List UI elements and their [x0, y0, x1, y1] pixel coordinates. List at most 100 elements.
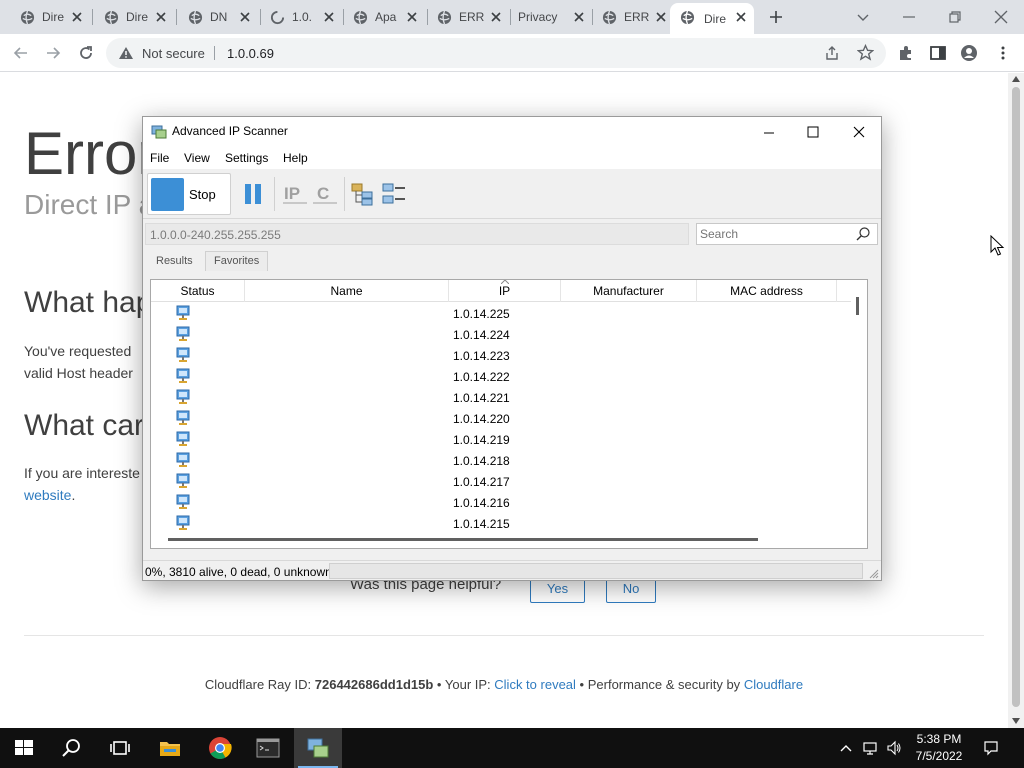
page-scroll-thumb[interactable] — [1012, 87, 1020, 707]
browser-tab[interactable]: Dire — [104, 0, 168, 34]
browser-tab[interactable]: DN — [188, 0, 252, 34]
taskbar-chrome[interactable] — [196, 728, 244, 768]
alive-computer-icon — [176, 389, 190, 404]
ip-scanner-minimize-icon[interactable] — [755, 121, 783, 143]
tab-close-icon[interactable] — [734, 10, 748, 24]
table-row[interactable]: 1.0.14.215 — [151, 513, 851, 534]
tab-results[interactable]: Results — [147, 251, 202, 271]
ip-cell: 1.0.14.221 — [453, 391, 510, 405]
menu-help[interactable]: Help — [283, 151, 308, 165]
tab-close-icon[interactable] — [489, 10, 503, 24]
tab-close-icon[interactable] — [572, 10, 586, 24]
menu-settings[interactable]: Settings — [225, 151, 268, 165]
browser-tab[interactable]: ERR — [602, 0, 668, 34]
page-scrollbar[interactable] — [1008, 73, 1024, 728]
scroll-up-icon[interactable] — [1012, 76, 1020, 82]
scroll-down-icon[interactable] — [1012, 718, 1020, 724]
search-icon[interactable] — [855, 226, 871, 242]
browser-tab[interactable]: Dire — [20, 0, 84, 34]
ip-cell: 1.0.14.219 — [453, 433, 510, 447]
volume-icon[interactable] — [886, 740, 902, 756]
column-mac-address[interactable]: MAC address — [697, 280, 837, 302]
back-icon[interactable] — [12, 44, 30, 62]
taskbar-terminal[interactable] — [244, 728, 292, 768]
table-row[interactable]: 1.0.14.217 — [151, 471, 851, 492]
footer-separator: • — [579, 677, 585, 692]
tab-favorites[interactable]: Favorites — [205, 251, 269, 271]
browser-tab[interactable]: Privacy — [518, 0, 586, 34]
minimize-icon[interactable] — [898, 6, 920, 28]
ip-scanner-maximize-icon[interactable] — [799, 121, 827, 143]
windows-taskbar: 5:38 PM 7/5/2022 — [0, 728, 1024, 768]
reload-icon[interactable] — [77, 44, 95, 62]
taskbar-ip-scanner[interactable] — [294, 728, 342, 768]
table-row[interactable]: 1.0.14.218 — [151, 450, 851, 471]
tab-search-icon[interactable] — [852, 6, 874, 28]
profile-avatar-icon[interactable] — [960, 44, 978, 62]
tab-close-icon[interactable] — [154, 10, 168, 24]
taskbar-file-explorer[interactable] — [146, 728, 194, 768]
taskbar-search-button[interactable] — [48, 728, 96, 768]
address-bar[interactable]: Not secure 1.0.0.69 — [106, 38, 886, 68]
close-icon[interactable] — [990, 6, 1012, 28]
tab-close-icon[interactable] — [654, 10, 668, 24]
browser-tab[interactable]: ERR — [437, 0, 503, 34]
tab-close-icon[interactable] — [238, 10, 252, 24]
extensions-icon[interactable] — [897, 44, 915, 62]
tray-overflow-icon[interactable] — [838, 740, 854, 756]
browser-tab[interactable]: Apa — [353, 0, 419, 34]
website-link[interactable]: website — [24, 487, 71, 503]
menu-file[interactable]: File — [150, 151, 169, 165]
ip-scanner-titlebar[interactable]: Advanced IP Scanner — [143, 117, 881, 147]
table-row[interactable]: 1.0.14.216 — [151, 492, 851, 513]
bookmark-star-icon[interactable] — [857, 44, 874, 61]
table-row[interactable]: 1.0.14.223 — [151, 345, 851, 366]
security-label[interactable]: Not secure — [142, 46, 205, 61]
stop-button[interactable]: Stop — [147, 173, 231, 215]
side-panel-icon[interactable] — [929, 44, 947, 62]
table-row[interactable]: 1.0.14.225 — [151, 303, 851, 324]
share-icon[interactable] — [824, 45, 840, 61]
tab-close-icon[interactable] — [70, 10, 84, 24]
table-vertical-scrollbar[interactable] — [851, 280, 867, 530]
ip-class-icon[interactable]: IP — [282, 181, 308, 207]
reveal-ip-link[interactable]: Click to reveal — [494, 677, 576, 692]
column-name[interactable]: Name — [245, 280, 449, 302]
table-vertical-scroll-thumb[interactable] — [856, 297, 859, 315]
browser-tab[interactable]: 1.0. — [270, 0, 336, 34]
taskbar-clock[interactable]: 5:38 PM 7/5/2022 — [908, 731, 970, 765]
url-text[interactable]: 1.0.0.69 — [227, 46, 274, 61]
warning-icon[interactable] — [118, 45, 134, 61]
forward-icon[interactable] — [44, 44, 62, 62]
table-horizontal-scroll-thumb[interactable] — [168, 538, 758, 541]
start-button[interactable] — [0, 728, 48, 768]
cloudflare-link[interactable]: Cloudflare — [744, 677, 803, 692]
table-row[interactable]: 1.0.14.221 — [151, 387, 851, 408]
search-input[interactable] — [696, 223, 878, 245]
browser-tab-active[interactable]: Dire — [670, 3, 754, 34]
table-row[interactable]: 1.0.14.222 — [151, 366, 851, 387]
table-row[interactable]: 1.0.14.219 — [151, 429, 851, 450]
table-horizontal-scrollbar[interactable] — [151, 532, 851, 548]
notifications-icon[interactable] — [983, 740, 999, 756]
table-row[interactable]: 1.0.14.224 — [151, 324, 851, 345]
column-status[interactable]: Status — [151, 280, 245, 302]
ip-scanner-close-icon[interactable] — [845, 121, 873, 143]
column-manufacturer[interactable]: Manufacturer — [561, 280, 697, 302]
expand-all-icon[interactable] — [350, 181, 376, 207]
globe-icon — [680, 10, 695, 25]
network-icon[interactable] — [862, 740, 878, 756]
ip-range-input[interactable]: 1.0.0.0-240.255.255.255 — [145, 223, 689, 245]
resize-grip-icon[interactable] — [869, 569, 879, 579]
menu-kebab-icon[interactable] — [994, 44, 1012, 62]
pause-icon[interactable] — [240, 181, 266, 207]
table-row[interactable]: 1.0.14.220 — [151, 408, 851, 429]
restore-icon[interactable] — [944, 6, 966, 28]
collapse-all-icon[interactable] — [381, 181, 407, 207]
tab-close-icon[interactable] — [322, 10, 336, 24]
tab-close-icon[interactable] — [405, 10, 419, 24]
menu-view[interactable]: View — [184, 151, 210, 165]
subnet-class-c-icon[interactable]: C — [312, 181, 338, 207]
task-view-button[interactable] — [96, 728, 144, 768]
new-tab-icon[interactable] — [768, 9, 784, 25]
